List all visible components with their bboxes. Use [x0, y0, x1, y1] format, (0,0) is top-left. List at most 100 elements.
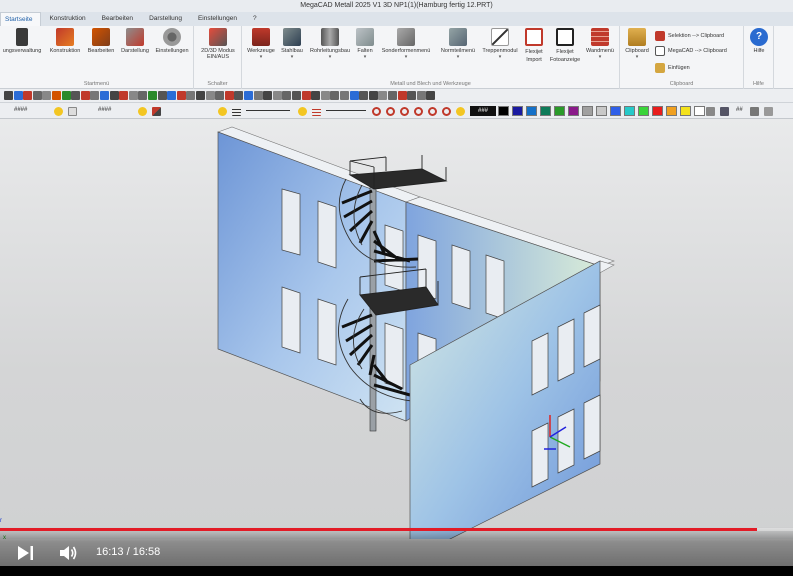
ribbon-button-sonderformenmenue[interactable]: Sonderformenmenü ▾ [376, 28, 436, 60]
command-icon[interactable] [244, 91, 253, 100]
volume-icon[interactable] [58, 544, 78, 562]
ribbon-button-clipboard[interactable]: Clipboard ▾ [622, 28, 652, 60]
tab-darstellung[interactable]: Darstellung [141, 12, 190, 26]
color-swatch[interactable] [694, 106, 705, 116]
command-icon[interactable] [186, 91, 196, 100]
color-lock-icon[interactable] [456, 107, 465, 116]
command-icon[interactable] [359, 91, 369, 100]
command-icon[interactable] [330, 91, 340, 100]
ribbon-button-rohrleitungsbau[interactable]: Rohrleitungsbau ▾ [306, 28, 354, 60]
zoom-window-icon[interactable] [400, 107, 409, 116]
color-swatch[interactable] [526, 106, 537, 116]
ribbon-button-wandmenue[interactable]: Wandmenü ▾ [582, 28, 618, 60]
command-icon[interactable] [253, 91, 263, 100]
color-swatch[interactable] [624, 106, 635, 116]
color-swatch[interactable] [680, 106, 691, 116]
command-icon[interactable] [13, 91, 23, 100]
command-icon[interactable] [100, 91, 109, 100]
command-icon[interactable] [90, 91, 100, 100]
command-icon[interactable] [340, 91, 349, 100]
command-icon[interactable] [368, 91, 378, 100]
command-icon[interactable] [23, 91, 33, 100]
command-icon[interactable] [292, 91, 301, 100]
ribbon-button-bearbeiten[interactable]: Bearbeiten [85, 28, 117, 54]
command-icon[interactable] [61, 91, 71, 100]
progress-bar[interactable] [0, 528, 793, 531]
ribbon-button-stahlbau[interactable]: Stahlbau ▾ [278, 28, 306, 60]
zoom-in-icon[interactable] [372, 107, 381, 116]
command-icon[interactable] [148, 91, 157, 100]
layer-edit-icon[interactable] [68, 107, 77, 116]
tab-startseite[interactable]: Startseite [0, 12, 42, 26]
layers-icon[interactable] [764, 107, 773, 116]
command-icon[interactable] [157, 91, 167, 100]
command-icon[interactable] [4, 91, 13, 100]
command-icon[interactable] [388, 91, 397, 100]
ribbon-button-werkzeuge[interactable]: Werkzeuge ▾ [244, 28, 278, 60]
command-icon[interactable] [282, 91, 292, 100]
command-icon[interactable] [378, 91, 388, 100]
linetype-field[interactable] [326, 110, 366, 111]
linestyle-field[interactable] [246, 110, 290, 111]
command-icon[interactable] [301, 91, 311, 100]
group-field[interactable]: #### [98, 107, 111, 113]
command-icon[interactable] [426, 91, 436, 100]
color-swatch[interactable] [582, 106, 593, 116]
command-icon[interactable] [349, 91, 359, 100]
linetype-lock-icon[interactable] [298, 107, 307, 116]
color-swatch[interactable] [638, 106, 649, 116]
ribbon-button-falten[interactable]: Falten ▾ [354, 28, 376, 60]
color-swatch[interactable] [596, 106, 607, 116]
color-swatch[interactable] [498, 106, 509, 116]
zoom-pan-icon[interactable] [442, 107, 451, 116]
color-picker-icon[interactable] [706, 107, 715, 116]
layer-lock-icon[interactable] [54, 107, 63, 116]
command-icon[interactable] [167, 91, 177, 100]
command-icon[interactable] [205, 91, 215, 100]
ribbon-button-hilfe[interactable]: ? Hilfe [747, 28, 771, 54]
group-lock-icon[interactable] [138, 107, 147, 116]
command-icon[interactable] [196, 91, 205, 100]
command-icon[interactable] [311, 91, 321, 100]
clipboard-megacad-button[interactable]: MegaCAD --> Clipboard [655, 46, 727, 56]
play-next-icon[interactable] [16, 544, 36, 562]
color-swatch[interactable] [652, 106, 663, 116]
pen-icon[interactable] [152, 107, 161, 116]
command-icon[interactable] [234, 91, 244, 100]
tab-help[interactable]: ? [245, 12, 265, 26]
cad-viewport[interactable]: r x [0, 119, 793, 539]
ribbon-button-flexijet-fotoanzeige[interactable]: Flexijet Fotoanzeige [548, 28, 582, 64]
command-icon[interactable] [416, 91, 426, 100]
command-icon[interactable] [42, 91, 52, 100]
color-swatch[interactable] [554, 106, 565, 116]
command-icon[interactable] [176, 91, 186, 100]
command-icon[interactable] [52, 91, 61, 100]
command-icon[interactable] [138, 91, 148, 100]
color-swatch[interactable] [512, 106, 523, 116]
ribbon-button-flexijet-import[interactable]: Flexijet Import [520, 28, 548, 64]
ribbon-button-verwaltung[interactable]: ungsverwaltung [0, 28, 44, 54]
monitor-icon[interactable] [720, 107, 729, 116]
command-icon[interactable] [71, 91, 81, 100]
zoom-previous-icon[interactable] [428, 107, 437, 116]
command-icon[interactable] [128, 91, 138, 100]
color-swatch[interactable] [610, 106, 621, 116]
tab-einstellungen[interactable]: Einstellungen [190, 12, 245, 26]
linetype-icon[interactable] [312, 107, 321, 116]
color-swatch[interactable] [568, 106, 579, 116]
command-icon[interactable] [215, 91, 225, 100]
ribbon-button-konstruktion[interactable]: Konstruktion [46, 28, 84, 54]
command-icon[interactable] [272, 91, 282, 100]
zoom-out-icon[interactable] [386, 107, 395, 116]
clipboard-selection-button[interactable]: Selektion --> Clipboard [655, 31, 724, 41]
command-icon[interactable] [119, 91, 129, 100]
color-swatch[interactable] [666, 106, 677, 116]
command-icon[interactable] [109, 91, 119, 100]
command-icon[interactable] [32, 91, 42, 100]
ribbon-button-normteilmenue[interactable]: Normteilmenü ▾ [436, 28, 480, 60]
ribbon-button-darstellung[interactable]: Darstellung [118, 28, 152, 54]
linewidth-icon[interactable] [232, 107, 241, 116]
layer-field[interactable]: #### [14, 107, 27, 113]
linestyle-lock-icon[interactable] [218, 107, 227, 116]
settings-icon[interactable] [750, 107, 759, 116]
